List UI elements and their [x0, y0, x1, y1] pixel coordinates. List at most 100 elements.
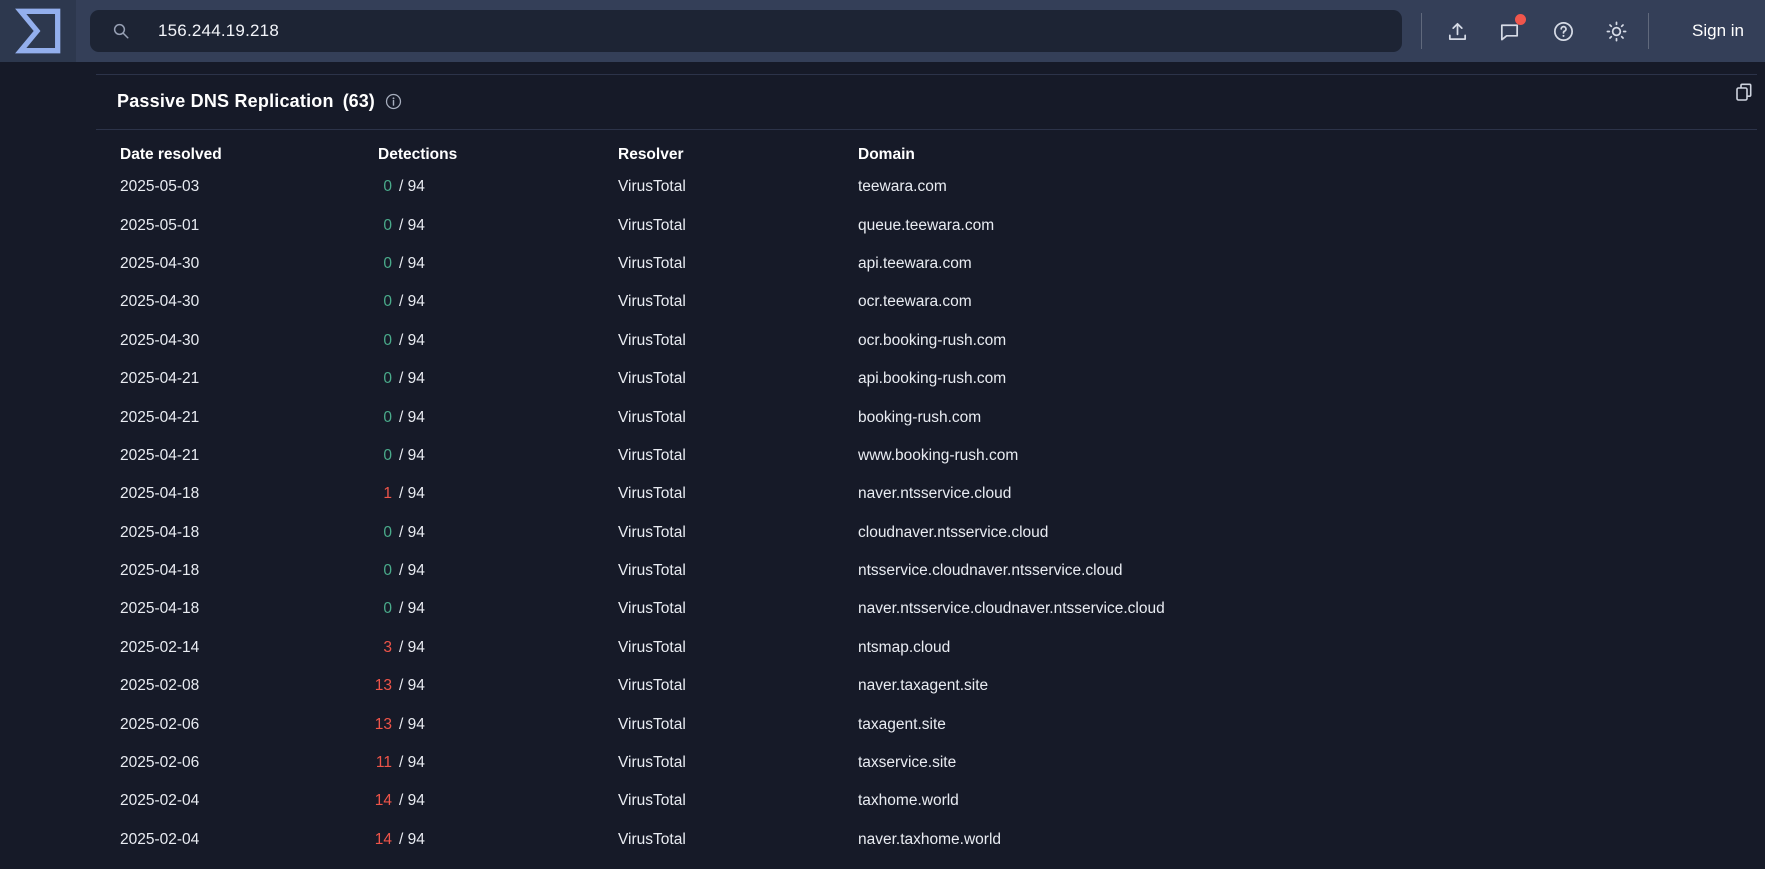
copy-icon — [1736, 83, 1752, 101]
domain-link[interactable]: cloudnaver.ntsservice.cloud — [858, 514, 1048, 552]
domain-link[interactable]: api.teewara.com — [858, 245, 972, 283]
date-resolved-cell: 2025-04-18 — [120, 485, 200, 503]
domain-link[interactable]: taxagent.site — [858, 705, 946, 743]
virustotal-logo-icon — [15, 8, 61, 54]
table-row: 2025-02-14 3 / 94 VirusTotal ntsmap.clou… — [96, 629, 1757, 667]
detections-count: 0 — [383, 562, 392, 580]
table-row: 2025-04-18 0 / 94 VirusTotal naver.ntsse… — [96, 590, 1757, 628]
detections-total: / 94 — [399, 178, 425, 196]
info-icon — [386, 93, 402, 110]
detections-cell: 0 / 94 — [350, 322, 424, 360]
date-resolved-cell: 2025-02-06 — [120, 715, 200, 733]
section-header: Passive DNS Replication (63) — [117, 74, 404, 129]
resolver-cell: VirusTotal — [618, 715, 686, 733]
detections-cell: 0 / 94 — [350, 168, 425, 206]
date-resolved-cell: 2025-04-18 — [120, 600, 200, 618]
date-resolved-cell: 2025-05-03 — [120, 178, 200, 196]
section-title: Passive DNS Replication — [117, 91, 334, 111]
detections-count: 13 — [374, 677, 392, 695]
detections-total: / 94 — [399, 600, 425, 618]
detections-total: / 94 — [399, 754, 425, 772]
domain-link[interactable]: teewara.com — [858, 168, 947, 206]
section-count: (63) — [342, 91, 375, 111]
resolver-cell: VirusTotal — [618, 408, 686, 426]
table-header: Date resolved Detections Resolver Domain — [96, 140, 1757, 170]
date-resolved-cell: 2025-02-04 — [120, 792, 200, 810]
detections-total: / 94 — [399, 830, 425, 848]
domain-link[interactable]: ntsservice.cloudnaver.ntsservice.cloud — [858, 552, 1123, 590]
date-resolved-cell: 2025-04-30 — [120, 331, 200, 349]
domain-link[interactable]: queue.teewara.com — [858, 206, 994, 244]
upload-button[interactable] — [1442, 16, 1472, 46]
table-row: 2025-04-21 0 / 94 VirusTotal booking-rus… — [96, 398, 1757, 436]
copy-button[interactable] — [1730, 78, 1758, 106]
domain-link[interactable]: ocr.booking-rush.com — [858, 322, 1006, 360]
date-resolved-cell: 2025-04-21 — [120, 446, 200, 464]
detections-count: 0 — [383, 408, 392, 426]
domain-link[interactable]: naver.taxagent.site — [858, 667, 988, 705]
domain-link[interactable]: naver.ntsservice.cloud — [858, 475, 1011, 513]
table-row: 2025-05-03 0 / 94 VirusTotal teewara.com — [96, 168, 1757, 206]
theme-toggle-icon — [1606, 21, 1626, 41]
table-row: 2025-02-04 14 / 94 VirusTotal taxhome.wo… — [96, 782, 1757, 820]
notification-dot — [1515, 14, 1526, 25]
resolver-cell: VirusTotal — [618, 370, 686, 388]
resolver-cell: VirusTotal — [618, 216, 686, 234]
domain-link[interactable]: ntsmap.cloud — [858, 629, 950, 667]
resolver-cell: VirusTotal — [618, 677, 686, 695]
detections-cell: 0 / 94 — [350, 206, 424, 244]
table-row: 2025-04-30 0 / 94 VirusTotal ocr.teewara… — [96, 283, 1757, 321]
detections-count: 0 — [383, 293, 392, 311]
table-row: 2025-04-30 0 / 94 VirusTotal api.teewara… — [96, 245, 1757, 283]
resolver-cell: VirusTotal — [618, 523, 686, 541]
sign-in-link[interactable]: Sign in — [1692, 0, 1744, 62]
domain-link[interactable]: booking-rush.com — [858, 398, 981, 436]
domain-link[interactable]: api.booking-rush.com — [858, 360, 1006, 398]
detections-total: / 94 — [399, 792, 425, 810]
domain-link[interactable]: ocr.teewara.com — [858, 283, 972, 321]
search-input[interactable] — [158, 10, 1378, 52]
date-resolved-cell: 2025-04-21 — [120, 370, 200, 388]
domain-link[interactable]: naver.ntsservice.cloudnaver.ntsservice.c… — [858, 590, 1165, 628]
section-mid-divider — [96, 129, 1757, 130]
column-header-date: Date resolved — [120, 146, 222, 163]
column-header-domain: Domain — [858, 146, 915, 163]
table-row: 2025-02-06 13 / 94 VirusTotal taxagent.s… — [96, 705, 1757, 743]
detections-cell: 0 / 94 — [350, 398, 424, 436]
detections-count: 13 — [374, 715, 392, 733]
domain-link[interactable]: taxhome.world — [858, 782, 959, 820]
domain-link[interactable]: naver.taxhome.world — [858, 821, 1001, 859]
upload-icon — [1448, 22, 1466, 40]
domain-link[interactable]: taxservice.site — [858, 744, 956, 782]
table-row: 2025-04-30 0 / 94 VirusTotal ocr.booking… — [96, 322, 1757, 360]
table-row: 2025-04-21 0 / 94 VirusTotal api.booking… — [96, 360, 1757, 398]
resolver-cell: VirusTotal — [618, 562, 686, 580]
detections-count: 11 — [375, 754, 392, 772]
table-row: 2025-02-04 14 / 94 VirusTotal naver.taxh… — [96, 821, 1757, 859]
domain-link[interactable]: www.booking-rush.com — [858, 437, 1018, 475]
detections-cell: 0 / 94 — [350, 283, 424, 321]
info-button[interactable] — [384, 92, 404, 112]
detections-cell: 3 / 94 — [350, 629, 424, 667]
detections-total: / 94 — [399, 370, 425, 388]
search-bar[interactable] — [90, 10, 1402, 52]
table-row: 2025-02-08 13 / 94 VirusTotal naver.taxa… — [96, 667, 1757, 705]
table-row: 2025-05-01 0 / 94 VirusTotal queue.teewa… — [96, 206, 1757, 244]
date-resolved-cell: 2025-04-21 — [120, 408, 200, 426]
help-button[interactable] — [1548, 16, 1578, 46]
column-header-detections: Detections — [378, 146, 458, 163]
divider-vertical — [1648, 13, 1649, 49]
detections-count: 0 — [383, 254, 392, 272]
resolver-cell: VirusTotal — [618, 485, 686, 503]
resolver-cell: VirusTotal — [618, 331, 686, 349]
theme-toggle-button[interactable] — [1601, 16, 1631, 46]
detections-count: 14 — [374, 792, 392, 810]
date-resolved-cell: 2025-04-30 — [120, 293, 200, 311]
detections-cell: 13 / 94 — [350, 667, 425, 705]
feedback-button[interactable] — [1494, 14, 1526, 46]
detections-count: 0 — [383, 600, 392, 618]
virustotal-logo[interactable] — [0, 0, 76, 62]
resolver-cell: VirusTotal — [618, 254, 686, 272]
search-icon — [113, 23, 129, 39]
detections-count: 3 — [383, 638, 392, 656]
